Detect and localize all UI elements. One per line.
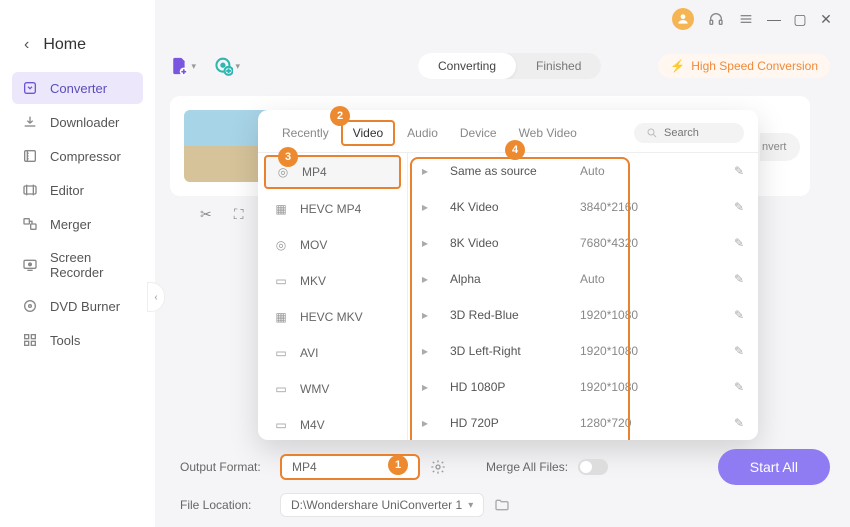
editor-icon <box>22 182 38 198</box>
preset-hd-720p[interactable]: ▸HD 720P1280*720✎ <box>408 405 758 440</box>
minimize-button[interactable]: — <box>768 13 780 25</box>
merger-icon <box>22 216 38 232</box>
tab-finished[interactable]: Finished <box>516 53 601 79</box>
video-icon: ▸ <box>422 236 440 250</box>
format-hevc-mkv[interactable]: ▦HEVC MKV <box>258 299 407 335</box>
merge-label: Merge All Files: <box>486 460 568 474</box>
film-icon: ▭ <box>272 418 290 432</box>
edit-preset-icon[interactable]: ✎ <box>734 200 744 214</box>
preset-same-as-source[interactable]: ▸Same as sourceAuto✎ <box>408 153 758 189</box>
callout-2: 2 <box>330 106 350 126</box>
sidebar-item-compressor[interactable]: Compressor <box>12 140 143 172</box>
preset-4k[interactable]: ▸4K Video3840*2160✎ <box>408 189 758 225</box>
preset-8k[interactable]: ▸8K Video7680*4320✎ <box>408 225 758 261</box>
chevron-left-icon: ‹ <box>24 36 29 54</box>
callout-4: 4 <box>505 140 525 160</box>
sidebar: ‹ Home Converter Downloader Compressor E… <box>0 0 155 527</box>
user-avatar[interactable] <box>672 8 694 30</box>
sidebar-item-dvd-burner[interactable]: DVD Burner <box>12 290 143 322</box>
callout-3: 3 <box>278 147 298 167</box>
menu-icon[interactable] <box>738 11 754 27</box>
format-panel: Recently Video Audio Device Web Video ◎M… <box>258 110 758 440</box>
tab-converting[interactable]: Converting <box>418 53 516 79</box>
close-button[interactable]: ✕ <box>820 13 832 25</box>
tab-device[interactable]: Device <box>450 122 507 144</box>
tab-video[interactable]: Video <box>341 120 395 146</box>
format-avi[interactable]: ▭AVI <box>258 335 407 371</box>
back-home[interactable]: ‹ Home <box>0 30 155 72</box>
maximize-button[interactable]: ▢ <box>794 13 806 25</box>
edit-preset-icon[interactable]: ✎ <box>734 272 744 286</box>
edit-preset-icon[interactable]: ✎ <box>734 164 744 178</box>
preset-3d-left-right[interactable]: ▸3D Left-Right1920*1080✎ <box>408 333 758 369</box>
film-icon: ▭ <box>272 382 290 396</box>
sidebar-item-converter[interactable]: Converter <box>12 72 143 104</box>
dvd-burner-icon <box>22 298 38 314</box>
high-speed-conversion[interactable]: ⚡ High Speed Conversion <box>658 54 830 78</box>
sidebar-item-editor[interactable]: Editor <box>12 174 143 206</box>
tab-audio[interactable]: Audio <box>397 122 448 144</box>
format-m4v[interactable]: ▭M4V <box>258 407 407 440</box>
preset-alpha[interactable]: ▸AlphaAuto✎ <box>408 261 758 297</box>
collapse-sidebar-handle[interactable]: ‹ <box>147 282 165 312</box>
status-segment: Converting Finished <box>418 53 601 79</box>
trim-icon[interactable]: ✂ <box>200 206 212 223</box>
edit-preset-icon[interactable]: ✎ <box>734 344 744 358</box>
sidebar-item-downloader[interactable]: Downloader <box>12 106 143 138</box>
callout-1: 1 <box>388 455 408 475</box>
preset-hd-1080p[interactable]: ▸HD 1080P1920*1080✎ <box>408 369 758 405</box>
format-mkv[interactable]: ▭MKV <box>258 263 407 299</box>
sidebar-item-merger[interactable]: Merger <box>12 208 143 240</box>
add-dvd-button[interactable]: ▾ <box>214 53 240 79</box>
home-label: Home <box>43 36 86 54</box>
tools-icon <box>22 332 38 348</box>
format-wmv[interactable]: ▭WMV <box>258 371 407 407</box>
file-location-select[interactable]: D:\Wondershare UniConverter 1 ▾ <box>280 493 484 517</box>
search-input[interactable] <box>664 127 734 139</box>
start-all-button[interactable]: Start All <box>718 449 830 485</box>
edit-preset-icon[interactable]: ✎ <box>734 380 744 394</box>
film-icon: ▭ <box>272 274 290 288</box>
add-file-button[interactable]: ▾ <box>170 53 196 79</box>
output-settings-icon[interactable] <box>430 459 446 475</box>
converter-icon <box>22 80 38 96</box>
crop-icon[interactable]: ⛶ <box>234 206 244 223</box>
film-icon: ▦ <box>272 310 290 324</box>
screen-recorder-icon <box>22 257 38 273</box>
preset-list: ▸Same as sourceAuto✎ ▸4K Video3840*2160✎… <box>408 153 758 440</box>
tab-recently[interactable]: Recently <box>272 122 339 144</box>
file-location-label: File Location: <box>180 498 270 512</box>
output-format-label: Output Format: <box>180 460 270 474</box>
sidebar-item-screen-recorder[interactable]: Screen Recorder <box>12 242 143 288</box>
video-icon: ▸ <box>422 164 440 178</box>
format-list: ◎MP4 ▦HEVC MP4 ◎MOV ▭MKV ▦HEVC MKV ▭AVI … <box>258 153 408 440</box>
format-search[interactable] <box>634 123 744 143</box>
video-icon: ▸ <box>422 272 440 286</box>
search-icon <box>646 127 658 139</box>
video-icon: ▸ <box>422 200 440 214</box>
target-icon: ◎ <box>272 238 290 252</box>
sidebar-item-tools[interactable]: Tools <box>12 324 143 356</box>
downloader-icon <box>22 114 38 130</box>
video-icon: ▸ <box>422 416 440 430</box>
video-icon: ▸ <box>422 308 440 322</box>
format-mov[interactable]: ◎MOV <box>258 227 407 263</box>
preset-3d-red-blue[interactable]: ▸3D Red-Blue1920*1080✎ <box>408 297 758 333</box>
open-folder-icon[interactable] <box>494 497 510 513</box>
edit-preset-icon[interactable]: ✎ <box>734 308 744 322</box>
merge-toggle[interactable] <box>578 459 608 475</box>
edit-preset-icon[interactable]: ✎ <box>734 416 744 430</box>
video-icon: ▸ <box>422 344 440 358</box>
film-icon: ▭ <box>272 346 290 360</box>
compressor-icon <box>22 148 38 164</box>
film-icon: ▦ <box>272 202 290 216</box>
target-icon: ◎ <box>274 165 292 179</box>
edit-preset-icon[interactable]: ✎ <box>734 236 744 250</box>
lightning-icon: ⚡ <box>670 59 685 73</box>
headset-icon[interactable] <box>708 11 724 27</box>
video-icon: ▸ <box>422 380 440 394</box>
format-hevc-mp4[interactable]: ▦HEVC MP4 <box>258 191 407 227</box>
convert-button[interactable]: nvert <box>760 133 800 161</box>
chevron-down-icon: ▾ <box>468 500 473 511</box>
